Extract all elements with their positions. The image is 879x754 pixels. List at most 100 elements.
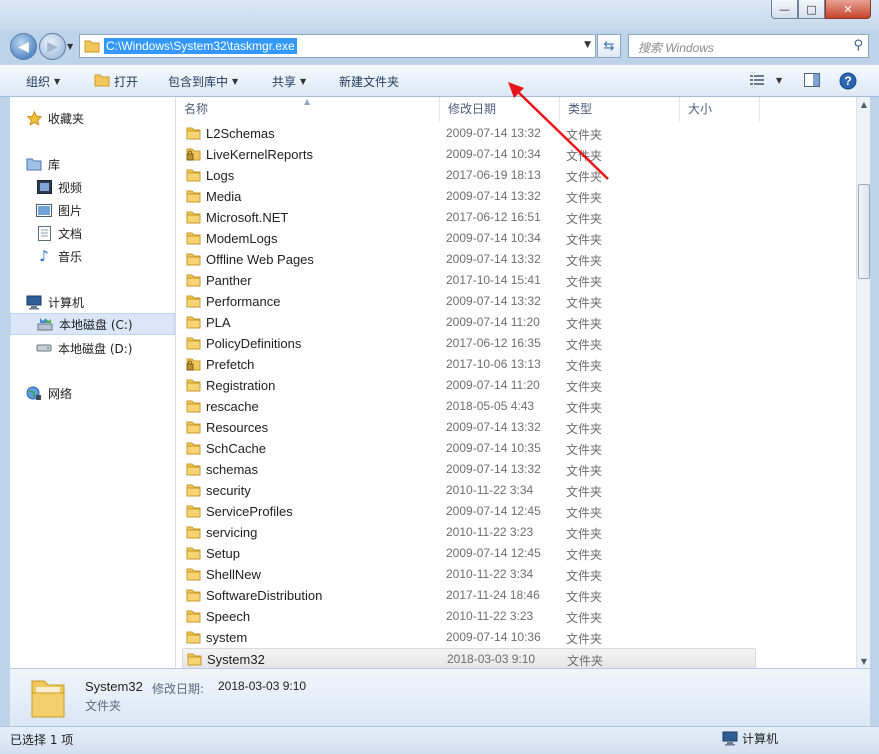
column-header-type-label: 类型 <box>568 102 593 116</box>
recent-pages-dropdown[interactable]: ▼ <box>67 42 73 51</box>
sort-ascending-icon: ▲ <box>304 97 311 106</box>
file-row[interactable]: Prefetch 2017-10-06 13:13 文件夹 <box>182 354 756 375</box>
column-header-size[interactable]: 大小 <box>680 97 760 122</box>
file-row[interactable]: servicing 2010-11-22 3:23 文件夹 <box>182 522 756 543</box>
nav-local-disk-d-label: 本地磁盘 (D:) <box>58 341 133 356</box>
folder-icon <box>186 567 201 584</box>
file-row[interactable]: PolicyDefinitions 2017-06-12 16:35 文件夹 <box>182 333 756 354</box>
view-options-button[interactable]: ▼ <box>750 74 782 86</box>
search-placeholder: 搜索 Windows <box>638 41 714 55</box>
file-row[interactable]: Media 2009-07-14 13:32 文件夹 <box>182 186 756 207</box>
minimize-button[interactable]: — <box>771 0 798 19</box>
open-label: 打开 <box>114 75 139 89</box>
column-header-modified[interactable]: 修改日期 <box>440 97 560 122</box>
chevron-down-icon[interactable]: ▼ <box>776 76 782 85</box>
preview-pane-button[interactable] <box>804 73 820 87</box>
nav-videos-label: 视频 <box>58 180 83 195</box>
help-button[interactable]: ? <box>839 72 857 90</box>
nav-libraries[interactable]: 库 <box>26 153 191 175</box>
close-button[interactable]: ✕ <box>825 0 871 19</box>
include-library-menu[interactable]: 包含到库中 ▼ <box>168 73 238 90</box>
file-row[interactable]: Resources 2009-07-14 13:32 文件夹 <box>182 417 756 438</box>
file-row[interactable]: Microsoft.NET 2017-06-12 16:51 文件夹 <box>182 207 756 228</box>
nav-network[interactable]: 网络 <box>26 382 191 404</box>
file-type: 文件夹 <box>566 611 603 625</box>
file-type: 文件夹 <box>566 569 603 583</box>
nav-favorites[interactable]: 收藏夹 <box>26 107 191 129</box>
nav-local-disk-c[interactable]: 本地磁盘 (C:) <box>10 313 175 335</box>
file-name: schemas <box>206 462 259 477</box>
locked-folder-icon <box>186 357 201 374</box>
file-row[interactable]: LiveKernelReports 2009-07-14 10:34 文件夹 <box>182 144 756 165</box>
status-location: 计算机 <box>722 730 778 747</box>
file-name: Prefetch <box>206 357 255 372</box>
share-menu[interactable]: 共享 ▼ <box>272 73 306 90</box>
scrollbar-thumb[interactable] <box>858 184 870 279</box>
file-name: PLA <box>206 315 231 330</box>
file-row[interactable]: security 2010-11-22 3:34 文件夹 <box>182 480 756 501</box>
file-row[interactable]: Panther 2017-10-14 15:41 文件夹 <box>182 270 756 291</box>
file-row[interactable]: Speech 2010-11-22 3:23 文件夹 <box>182 606 756 627</box>
file-type: 文件夹 <box>566 233 603 247</box>
file-type: 文件夹 <box>566 170 603 184</box>
new-folder-button[interactable]: 新建文件夹 <box>339 73 399 90</box>
file-type: 文件夹 <box>566 128 603 142</box>
file-row[interactable]: Setup 2009-07-14 12:45 文件夹 <box>182 543 756 564</box>
vertical-scrollbar[interactable]: ▲ ▼ <box>856 97 870 668</box>
drive-d-icon <box>36 340 52 356</box>
file-type: 文件夹 <box>566 506 603 520</box>
address-dropdown-icon[interactable]: ▼ <box>584 40 591 50</box>
search-box[interactable]: 搜索 Windows ⚲ <box>628 34 869 58</box>
back-arrow-icon: ◀ <box>18 38 29 55</box>
folder-icon <box>186 210 201 227</box>
file-name: Media <box>206 189 242 204</box>
file-row[interactable]: System32 2018-03-03 9:10 文件夹 <box>182 648 756 668</box>
file-type: 文件夹 <box>566 275 603 289</box>
file-row[interactable]: Registration 2009-07-14 11:20 文件夹 <box>182 375 756 396</box>
scroll-up-arrow-icon[interactable]: ▲ <box>857 97 871 111</box>
file-row[interactable]: ShellNew 2010-11-22 3:34 文件夹 <box>182 564 756 585</box>
file-row[interactable]: ModemLogs 2009-07-14 10:34 文件夹 <box>182 228 756 249</box>
file-modified: 2010-11-22 3:34 <box>446 483 534 497</box>
folder-icon <box>186 504 201 521</box>
folder-icon <box>186 525 201 542</box>
search-icon[interactable]: ⚲ <box>853 38 863 53</box>
file-row[interactable]: Performance 2009-07-14 13:32 文件夹 <box>182 291 756 312</box>
file-row[interactable]: Offline Web Pages 2009-07-14 13:32 文件夹 <box>182 249 756 270</box>
file-row[interactable]: SoftwareDistribution 2017-11-24 18:46 文件夹 <box>182 585 756 606</box>
file-row[interactable]: rescache 2018-05-05 4:43 文件夹 <box>182 396 756 417</box>
forward-button[interactable]: ▶ <box>39 33 66 60</box>
back-button[interactable]: ◀ <box>10 33 37 60</box>
file-row[interactable]: ServiceProfiles 2009-07-14 12:45 文件夹 <box>182 501 756 522</box>
scroll-down-arrow-icon[interactable]: ▼ <box>857 654 871 668</box>
file-modified: 2010-11-22 3:23 <box>446 609 534 623</box>
computer-icon <box>722 731 738 746</box>
file-name: system <box>206 630 248 645</box>
file-type: 文件夹 <box>566 359 603 373</box>
file-row[interactable]: L2Schemas 2009-07-14 13:32 文件夹 <box>182 123 756 144</box>
file-row[interactable]: schemas 2009-07-14 13:32 文件夹 <box>182 459 756 480</box>
address-bar[interactable]: C:\Windows\System32\taskmgr.exe ▼ <box>79 34 596 58</box>
maximize-button[interactable]: □ <box>798 0 825 19</box>
library-icon <box>26 156 42 172</box>
address-path[interactable]: C:\Windows\System32\taskmgr.exe <box>104 38 297 54</box>
file-row[interactable]: system 2009-07-14 10:36 文件夹 <box>182 627 756 648</box>
nav-libraries-label: 库 <box>48 157 61 172</box>
file-name: Speech <box>206 609 251 624</box>
details-name: System32 <box>85 679 143 694</box>
file-name: Panther <box>206 273 252 288</box>
details-modified-value: 2018-03-03 9:10 <box>218 679 307 693</box>
file-type: 文件夹 <box>566 191 603 205</box>
column-header-type[interactable]: 类型 <box>560 97 680 122</box>
file-row[interactable]: SchCache 2009-07-14 10:35 文件夹 <box>182 438 756 459</box>
organize-menu[interactable]: 组织 ▼ <box>26 73 60 90</box>
file-row[interactable]: Logs 2017-06-19 18:13 文件夹 <box>182 165 756 186</box>
column-header-size-label: 大小 <box>688 102 713 116</box>
refresh-button[interactable]: ⇆ <box>597 34 621 58</box>
folder-icon <box>186 231 201 248</box>
file-name: PolicyDefinitions <box>206 336 302 351</box>
file-row[interactable]: PLA 2009-07-14 11:20 文件夹 <box>182 312 756 333</box>
file-modified: 2009-07-14 12:45 <box>446 546 541 560</box>
open-button[interactable]: 打开 <box>94 73 138 90</box>
nav-computer[interactable]: 计算机 <box>26 291 191 313</box>
